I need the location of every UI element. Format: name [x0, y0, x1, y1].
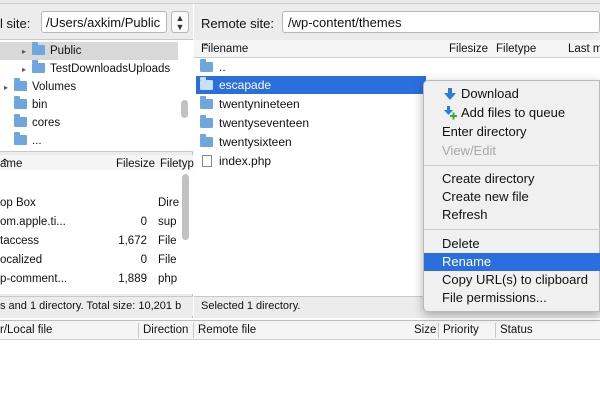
menu-item-delete[interactable]: Delete — [424, 235, 600, 253]
folder-icon — [200, 115, 213, 128]
chevron-down-icon: ▼ — [175, 22, 185, 32]
tree-item-label: Public — [50, 45, 82, 57]
column-divider — [193, 323, 194, 338]
list-item[interactable]: twentyseventeen — [196, 114, 309, 132]
local-site-label: l site: — [0, 16, 31, 31]
folder-icon — [14, 114, 27, 127]
remote-col-filetype[interactable]: Filetype — [496, 40, 536, 58]
tree-item-partial[interactable]: ... — [0, 132, 42, 150]
menu-separator — [424, 229, 600, 230]
menu-item-view-edit: View/Edit — [442, 143, 496, 158]
expand-triangle-icon[interactable]: ▸ — [4, 79, 14, 97]
queue-col-remote-file[interactable]: Remote file — [198, 321, 256, 339]
transfer-queue-header: r/Local file Direction Remote file Size … — [0, 320, 600, 340]
queue-col-local-file[interactable]: r/Local file — [0, 321, 52, 339]
column-divider — [438, 323, 439, 338]
tree-item-volumes[interactable]: ▸ Volumes — [0, 78, 76, 96]
menu-item-rename[interactable]: Rename — [424, 253, 600, 271]
menu-item-file-permissions[interactable]: File permissions... — [424, 289, 600, 307]
context-menu: Download Add files to queue Enter direct… — [423, 80, 600, 312]
folder-icon — [32, 60, 45, 73]
expand-triangle-icon[interactable]: ▸ — [22, 61, 32, 79]
local-site-dropdown[interactable]: ▲ ▼ — [171, 11, 189, 33]
list-item[interactable]: p-comment... 1,889 php — [0, 270, 180, 288]
folder-icon — [200, 59, 213, 72]
list-item[interactable]: twentynineteen — [196, 95, 300, 113]
remote-list-header: Filename ⌃ Filesize Filetype Last m — [194, 40, 600, 58]
download-arrow-icon — [444, 88, 456, 100]
file-icon — [202, 155, 212, 167]
column-divider — [138, 323, 139, 338]
local-site-input[interactable]: /Users/axkim/Public — [41, 11, 167, 33]
menu-item-enter-directory[interactable]: Enter directory — [424, 123, 600, 141]
folder-icon — [200, 134, 213, 147]
list-scrollbar-thumb[interactable] — [182, 174, 189, 240]
local-file-list: op Box Dire om.apple.ti... 0 sup taccess 1,6… — [0, 170, 193, 294]
list-item[interactable]: ocalized 0 File — [0, 251, 180, 269]
remote-col-filename[interactable]: Filename ⌃ — [201, 40, 248, 58]
folder-icon — [32, 42, 45, 55]
menu-item-add-to-queue[interactable]: Add files to queue — [424, 104, 600, 122]
remote-col-last-modified[interactable]: Last m — [568, 40, 600, 58]
tree-item-public[interactable]: ▸ Public — [0, 42, 178, 60]
menu-item-refresh[interactable]: Refresh — [424, 206, 600, 224]
list-item[interactable]: op Box Dire — [0, 194, 180, 212]
folder-icon — [200, 77, 213, 90]
list-item-selected[interactable]: escapade — [196, 76, 426, 94]
add-to-queue-icon — [444, 106, 457, 120]
tree-item-testdownloadsuploads[interactable]: ▸ TestDownloadsUploads — [0, 60, 170, 78]
tree-item-bin[interactable]: bin — [0, 96, 47, 114]
tree-item-label: Volumes — [32, 81, 77, 93]
menu-item-download[interactable]: Download — [424, 85, 600, 103]
local-status-bar: s and 1 directory. Total size: 10,201 b — [0, 296, 193, 316]
list-item[interactable]: om.apple.ti... 0 sup — [0, 213, 180, 231]
tree-item-label: ... — [32, 135, 42, 147]
folder-icon — [14, 96, 27, 109]
local-site-bar: l site: /Users/axkim/Public ▲ ▼ — [0, 4, 193, 40]
local-directory-tree: ▸ Public ▸ TestDownloadsUploads ▸ Volumes b… — [0, 40, 193, 152]
tree-item-cores[interactable]: cores — [0, 114, 60, 132]
queue-col-direction[interactable]: Direction — [143, 321, 188, 339]
remote-site-input[interactable]: /wp-content/themes — [282, 11, 600, 33]
folder-icon — [14, 78, 27, 91]
tree-item-label: cores — [32, 117, 61, 129]
menu-item-copy-url[interactable]: Copy URL(s) to clipboard — [424, 271, 600, 289]
queue-col-priority[interactable]: Priority — [443, 321, 479, 339]
expand-triangle-icon[interactable]: ▸ — [22, 43, 32, 61]
list-item[interactable]: .. — [196, 58, 226, 76]
tree-scrollbar-thumb[interactable] — [181, 100, 188, 118]
folder-icon — [200, 96, 213, 109]
queue-col-status[interactable]: Status — [500, 321, 533, 339]
remote-site-label: Remote site: — [201, 16, 274, 31]
column-divider — [495, 323, 496, 338]
list-item[interactable]: taccess 1,672 File — [0, 232, 180, 250]
list-item[interactable]: index.php — [196, 152, 271, 170]
menu-item-create-directory[interactable]: Create directory — [424, 170, 600, 188]
tree-item-label: bin — [32, 99, 48, 111]
menu-item-create-new-file[interactable]: Create new file — [424, 188, 600, 206]
folder-icon — [14, 132, 27, 145]
remote-col-filesize[interactable]: Filesize — [449, 40, 488, 58]
list-item[interactable]: twentysixteen — [196, 133, 292, 151]
tree-item-label: TestDownloadsUploads — [50, 63, 171, 75]
queue-col-size[interactable]: Size — [414, 321, 436, 339]
menu-separator — [424, 165, 600, 166]
